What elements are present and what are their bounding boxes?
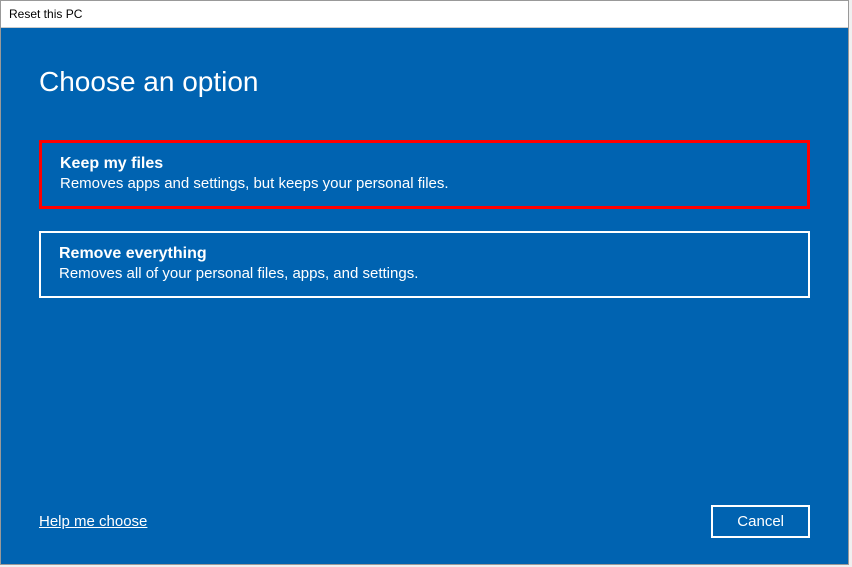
option-remove-everything[interactable]: Remove everything Removes all of your pe… xyxy=(39,231,810,298)
help-me-choose-link[interactable]: Help me choose xyxy=(39,513,147,530)
option-title: Keep my files xyxy=(60,155,789,173)
footer: Help me choose Cancel xyxy=(39,505,810,538)
page-title: Choose an option xyxy=(39,66,810,98)
titlebar: Reset this PC xyxy=(1,1,848,28)
window-title: Reset this PC xyxy=(9,7,82,21)
option-description: Removes all of your personal files, apps… xyxy=(59,265,790,282)
content-pane: Choose an option Keep my files Removes a… xyxy=(1,28,848,564)
option-description: Removes apps and settings, but keeps you… xyxy=(60,175,789,192)
options-list: Keep my files Removes apps and settings,… xyxy=(39,140,810,298)
option-keep-my-files[interactable]: Keep my files Removes apps and settings,… xyxy=(39,140,810,209)
cancel-button[interactable]: Cancel xyxy=(711,505,810,538)
option-title: Remove everything xyxy=(59,245,790,263)
reset-pc-window: Reset this PC Choose an option Keep my f… xyxy=(0,0,849,565)
